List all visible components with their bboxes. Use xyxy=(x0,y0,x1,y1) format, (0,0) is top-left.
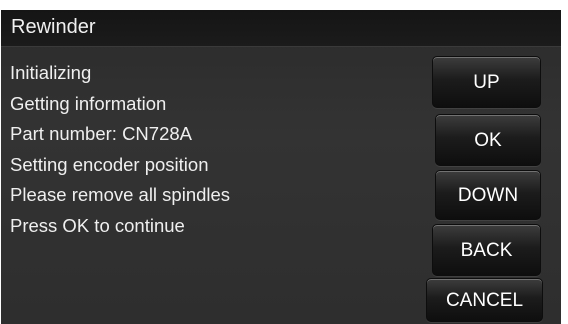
window-title: Rewinder xyxy=(11,16,96,38)
status-message-part-number: Part number: CN728A xyxy=(10,123,193,144)
device-screen: Rewinder Initializing Getting informatio… xyxy=(0,0,568,324)
title-bar: Rewinder xyxy=(1,10,561,47)
status-message-initializing: Initializing xyxy=(10,62,92,83)
rewinder-panel: Rewinder Initializing Getting informatio… xyxy=(1,10,561,324)
status-message-encoder-position: Setting encoder position xyxy=(10,153,209,175)
up-button[interactable]: UP xyxy=(432,56,541,108)
status-message-remove-spindles: Please remove all spindles xyxy=(10,184,231,205)
status-message-getting-information: Getting information xyxy=(10,92,167,114)
status-message-press-ok: Press OK to continue xyxy=(10,214,185,236)
back-button[interactable]: BACK xyxy=(432,224,541,276)
down-button[interactable]: DOWN xyxy=(435,170,541,220)
cancel-button[interactable]: CANCEL xyxy=(426,278,543,322)
status-messages: Initializing Getting information Part nu… xyxy=(10,62,410,245)
ok-button[interactable]: OK xyxy=(435,114,541,166)
